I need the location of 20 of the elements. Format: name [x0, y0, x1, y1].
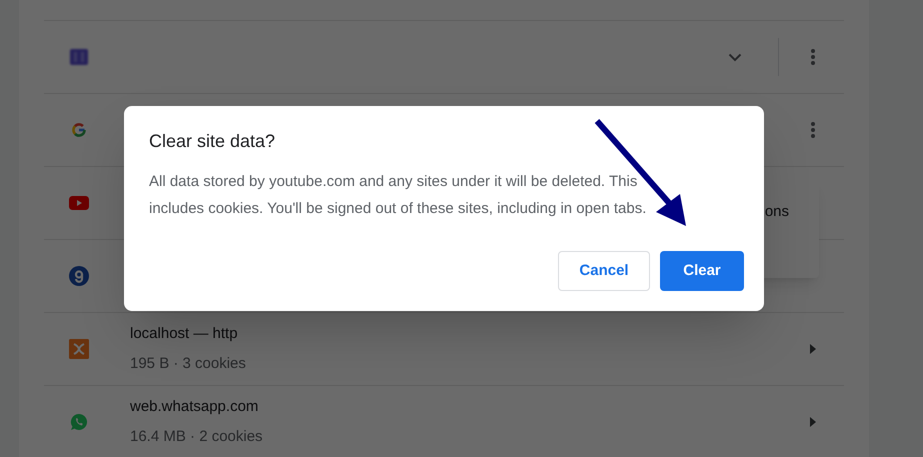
g-circle-icon [69, 266, 89, 286]
cancel-button[interactable]: Cancel [558, 251, 650, 291]
site-details: 195 B · 3 cookies [130, 354, 247, 374]
more-options-icon[interactable] [811, 49, 815, 65]
play-logo-icon [69, 196, 89, 210]
g-logo-icon [71, 122, 87, 138]
dialog-title: Clear site data? [149, 130, 276, 153]
site-name: web.whatsapp.com [130, 396, 260, 416]
chevron-down-icon[interactable] [728, 52, 742, 62]
menu-item[interactable]: ons [764, 201, 789, 224]
bracket-logo-icon [69, 339, 89, 359]
chat-phone-icon [70, 413, 88, 431]
dialog-message: All data stored by youtube.com and any sites under it will be deleted. This includes cookies. You'll be signed out of these sites, including in open tabs. [149, 172, 648, 219]
square-logo-icon [70, 49, 88, 65]
expand-arrow-icon[interactable] [810, 417, 816, 427]
site-name: localhost — http [130, 324, 239, 344]
more-options-icon[interactable] [811, 122, 815, 138]
site-details: 16.4 MB · 2 cookies [130, 427, 264, 447]
expand-arrow-icon[interactable] [810, 344, 816, 354]
clear-button[interactable]: Clear [660, 251, 744, 291]
